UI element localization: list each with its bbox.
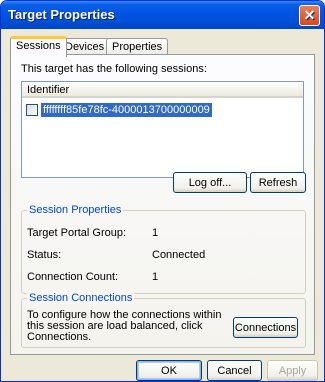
tab-sessions[interactable]: Sessions <box>10 36 67 57</box>
tab-devices[interactable]: Devices <box>59 38 111 55</box>
window-title: Target Properties <box>8 7 115 22</box>
connection-count-value: 1 <box>152 271 159 283</box>
title-bar[interactable]: Target Properties ✕ <box>1 1 324 29</box>
connections-button[interactable]: Connections <box>233 317 298 338</box>
identifier-column-header[interactable]: Identifier <box>22 82 303 98</box>
session-connections-title: Session Connections <box>27 292 135 304</box>
sessions-list[interactable]: Identifier ffffffff85fe78fc-400001370000… <box>21 81 304 178</box>
portal-group-label: Target Portal Group: <box>27 227 127 239</box>
session-checkbox[interactable] <box>26 103 38 116</box>
status-value: Connected <box>152 249 206 261</box>
status-label: Status: <box>27 249 62 261</box>
sessions-tab-panel: This target has the following sessions: … <box>10 54 315 355</box>
portal-group-value: 1 <box>152 227 159 239</box>
connection-count-label: Connection Count: <box>27 271 119 283</box>
ok-button[interactable]: OK <box>136 360 202 381</box>
close-button[interactable]: ✕ <box>299 5 320 26</box>
close-icon: ✕ <box>303 7 316 23</box>
refresh-button[interactable]: Refresh <box>250 172 306 193</box>
apply-button[interactable]: Apply <box>267 360 318 381</box>
sessions-intro-text: This target has the following sessions: <box>21 63 207 75</box>
log-off-button[interactable]: Log off... <box>173 172 247 193</box>
session-properties-group: Session Properties Target Portal Group: … <box>21 204 306 294</box>
session-properties-title: Session Properties <box>27 204 124 216</box>
connections-description-line3: Connections. <box>27 331 92 343</box>
target-properties-window: Target Properties ✕ Sessions Devices Pro… <box>0 0 325 382</box>
tab-properties[interactable]: Properties <box>106 38 169 55</box>
session-connections-group: Session Connections To configure how the… <box>21 292 306 348</box>
cancel-button[interactable]: Cancel <box>207 360 262 381</box>
session-row[interactable]: ffffffff85fe78fc-4000013700000009 <box>26 102 212 117</box>
session-identifier: ffffffff85fe78fc-4000013700000009 <box>41 102 212 117</box>
